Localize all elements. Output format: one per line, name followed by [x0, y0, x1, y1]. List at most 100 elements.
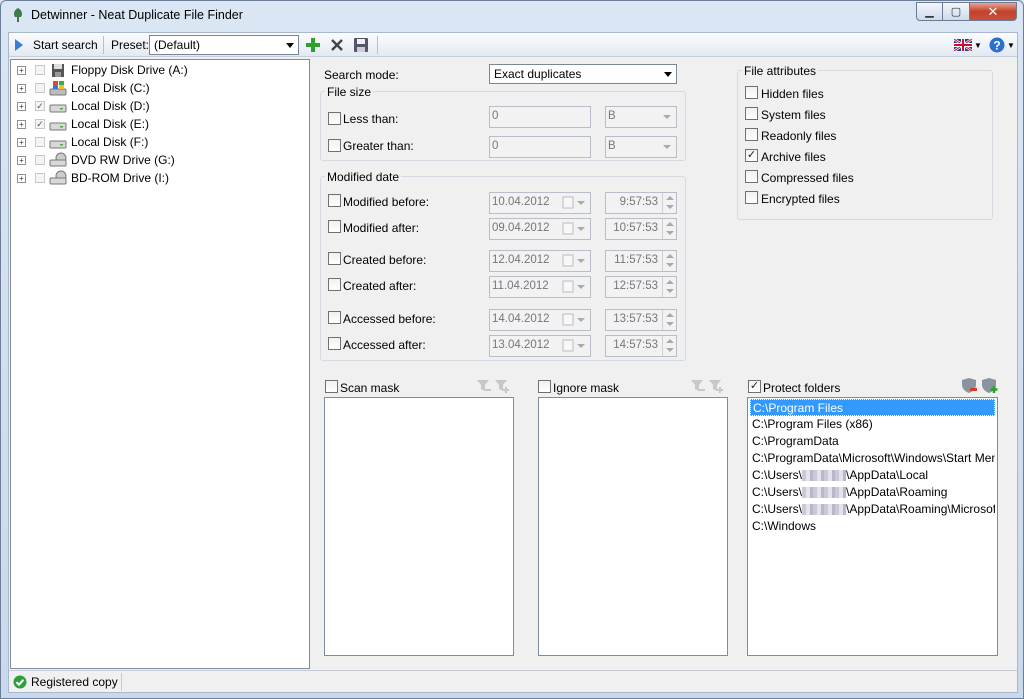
calendar-dropdown-icon[interactable]	[562, 280, 586, 294]
minimize-button[interactable]: ▁	[916, 2, 943, 21]
calendar-dropdown-icon[interactable]	[562, 196, 586, 210]
language-button[interactable]: ▼	[954, 35, 982, 55]
drive-tree-item[interactable]: + Local Disk (C:)	[11, 79, 301, 97]
accessed-before-checkbox[interactable]	[328, 311, 341, 324]
drive-tree-item[interactable]: + Local Disk (F:)	[11, 133, 301, 151]
expand-icon[interactable]: +	[17, 102, 26, 111]
title-bar[interactable]: Detwinner - Neat Duplicate File Finder ▁…	[1, 1, 1023, 29]
hidden-files-checkbox[interactable]	[745, 86, 758, 99]
expand-icon[interactable]: +	[17, 138, 26, 147]
drive-tree-item[interactable]: + DVD RW Drive (G:)	[11, 151, 301, 169]
expand-icon[interactable]: +	[17, 120, 26, 129]
created-after-time-spinner[interactable]: 12:57:53	[605, 276, 677, 298]
add-filter-icon[interactable]	[709, 380, 723, 393]
drive-checkbox[interactable]	[35, 173, 45, 183]
help-button[interactable]: ? ▼	[989, 35, 1015, 55]
greater-than-unit-select[interactable]: B	[605, 136, 677, 158]
accessed-before-time-spinner[interactable]: 13:57:53	[605, 309, 677, 331]
drive-tree[interactable]: + Floppy Disk Drive (A:) + Local Disk (C:) +…	[10, 59, 310, 669]
drive-tree-item[interactable]: + Floppy Disk Drive (A:)	[11, 61, 301, 79]
drive-tree-item[interactable]: + BD-ROM Drive (I:)	[11, 169, 301, 187]
created-before-time-spinner[interactable]: 11:57:53	[605, 250, 677, 272]
expand-icon[interactable]: +	[17, 66, 26, 75]
filter-buttons[interactable]	[690, 378, 726, 394]
save-preset-button[interactable]	[353, 35, 369, 55]
start-search-button[interactable]: Start search	[13, 35, 101, 55]
uk-flag-icon	[954, 39, 972, 51]
protected-folder-item[interactable]: C:\Windows	[750, 518, 995, 535]
remove-protected-folder-icon[interactable]	[962, 378, 977, 393]
protected-folder-item[interactable]: C:\Program Files	[750, 399, 995, 416]
modified-before-time-spinner[interactable]: 9:57:53	[605, 192, 677, 214]
modified-before-date-picker[interactable]: 10.04.2012	[489, 192, 591, 214]
drive-checkbox[interactable]: ✓	[35, 101, 45, 111]
less-than-unit-select[interactable]: B	[605, 106, 677, 128]
filter-buttons[interactable]	[476, 378, 512, 394]
drive-checkbox[interactable]	[35, 65, 45, 75]
accessed-after-checkbox[interactable]	[328, 337, 341, 350]
expand-icon[interactable]: +	[17, 84, 26, 93]
created-before-date-picker[interactable]: 12.04.2012	[489, 250, 591, 272]
accessed-before-date-picker[interactable]: 14.04.2012	[489, 309, 591, 331]
expand-icon[interactable]: +	[17, 174, 26, 183]
add-filter-icon[interactable]	[495, 380, 509, 393]
created-after-checkbox[interactable]	[328, 278, 341, 291]
drive-tree-item[interactable]: + ✓ Local Disk (D:)	[11, 97, 301, 115]
drive-tree-item[interactable]: + ✓ Local Disk (E:)	[11, 115, 301, 133]
spinner-arrows-icon[interactable]	[662, 310, 676, 330]
scan-mask-checkbox[interactable]	[325, 380, 338, 393]
protect-folders-list[interactable]: C:\Program Files C:\Program Files (x86) C:…	[747, 397, 998, 656]
preset-select[interactable]: (Default)	[149, 35, 299, 55]
encrypted-files-checkbox[interactable]	[745, 191, 758, 204]
maximize-button[interactable]: ▢	[943, 2, 970, 21]
compressed-files-checkbox[interactable]	[745, 170, 758, 183]
created-before-checkbox[interactable]	[328, 252, 341, 265]
protected-folder-item[interactable]: C:\Program Files (x86)	[750, 416, 995, 433]
readonly-files-checkbox[interactable]	[745, 128, 758, 141]
modified-before-checkbox[interactable]	[328, 194, 341, 207]
protected-folder-item[interactable]: C:\ProgramData\Microsoft\Windows\Start M…	[750, 450, 995, 467]
spinner-arrows-icon[interactable]	[662, 277, 676, 297]
ignore-mask-checkbox[interactable]	[538, 380, 551, 393]
spinner-arrows-icon[interactable]	[662, 336, 676, 356]
add-preset-button[interactable]	[305, 35, 321, 55]
protected-folder-item[interactable]: C:\Users\ \AppData\Roaming\Microsoft\W	[750, 501, 995, 518]
greater-than-checkbox[interactable]	[328, 139, 341, 152]
accessed-after-time-spinner[interactable]: 14:57:53	[605, 335, 677, 357]
drive-checkbox[interactable]	[35, 83, 45, 93]
archive-files-checkbox[interactable]: ✓	[745, 149, 758, 162]
modified-after-date-picker[interactable]: 09.04.2012	[489, 218, 591, 240]
ignore-mask-list[interactable]	[538, 397, 728, 656]
less-than-input[interactable]: 0	[489, 106, 591, 128]
protect-folder-buttons[interactable]	[961, 377, 999, 395]
delete-preset-button[interactable]	[329, 35, 345, 55]
greater-than-input[interactable]: 0	[489, 136, 591, 158]
protected-folder-item[interactable]: C:\Users\ \AppData\Roaming	[750, 484, 995, 501]
close-button[interactable]: ✕	[970, 2, 1017, 21]
calendar-dropdown-icon[interactable]	[562, 254, 586, 268]
drive-checkbox[interactable]: ✓	[35, 119, 45, 129]
less-than-checkbox[interactable]	[328, 112, 341, 125]
remove-filter-icon[interactable]	[691, 380, 705, 391]
calendar-dropdown-icon[interactable]	[562, 339, 586, 353]
protected-folder-item[interactable]: C:\Users\ \AppData\Local	[750, 467, 995, 484]
drive-checkbox[interactable]	[35, 137, 45, 147]
expand-icon[interactable]: +	[17, 156, 26, 165]
protected-folder-item[interactable]: C:\ProgramData	[750, 433, 995, 450]
scan-mask-list[interactable]	[324, 397, 514, 656]
created-after-date-picker[interactable]: 11.04.2012	[489, 276, 591, 298]
modified-after-checkbox[interactable]	[328, 220, 341, 233]
drive-checkbox[interactable]	[35, 155, 45, 165]
spinner-arrows-icon[interactable]	[662, 251, 676, 271]
spinner-arrows-icon[interactable]	[662, 219, 676, 239]
calendar-dropdown-icon[interactable]	[562, 222, 586, 236]
search-mode-select[interactable]: Exact duplicates	[489, 64, 677, 84]
remove-filter-icon[interactable]	[477, 380, 491, 391]
accessed-after-date-picker[interactable]: 13.04.2012	[489, 335, 591, 357]
add-protected-folder-icon[interactable]	[982, 378, 998, 393]
protect-folders-checkbox[interactable]: ✓	[748, 380, 761, 393]
system-files-checkbox[interactable]	[745, 107, 758, 120]
calendar-dropdown-icon[interactable]	[562, 313, 586, 327]
spinner-arrows-icon[interactable]	[662, 193, 676, 213]
modified-after-time-spinner[interactable]: 10:57:53	[605, 218, 677, 240]
